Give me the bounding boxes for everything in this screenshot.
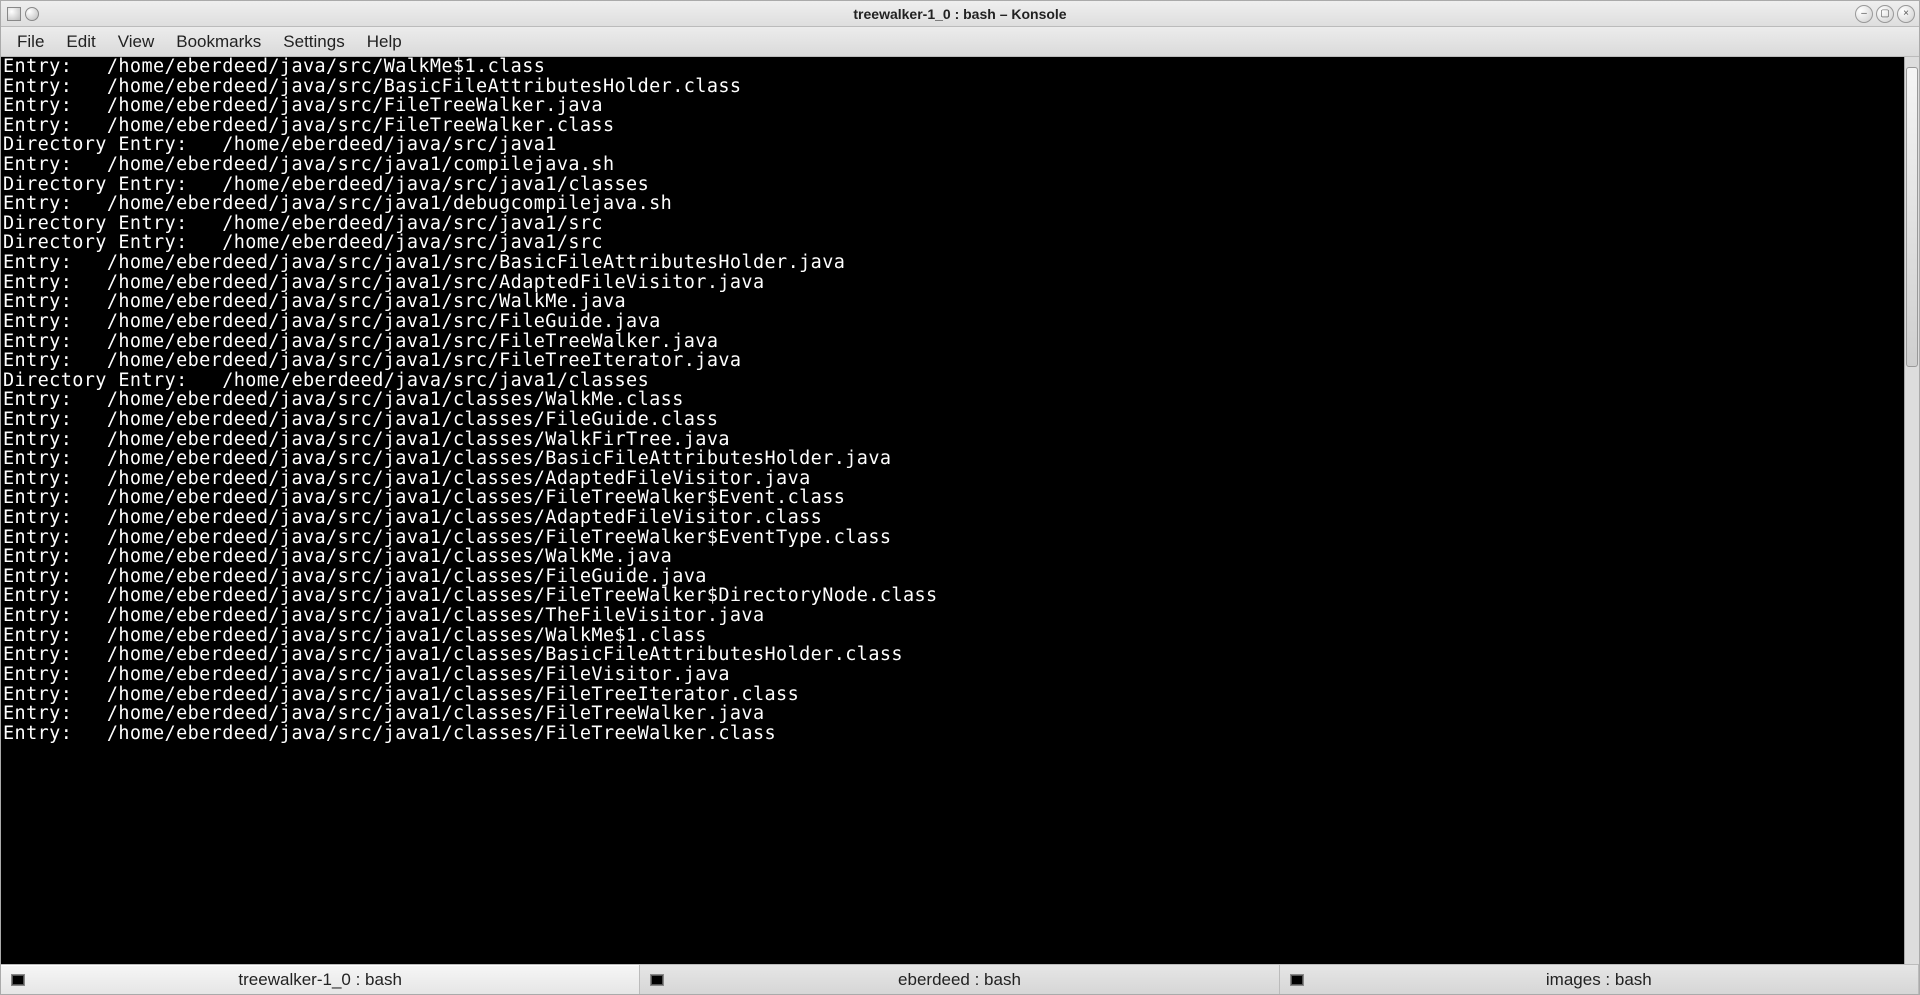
- scrollbar[interactable]: [1904, 57, 1919, 964]
- titlebar-left-icons: [1, 7, 45, 21]
- menu-bookmarks[interactable]: Bookmarks: [166, 28, 271, 56]
- titlebar[interactable]: treewalker-1_0 : bash – Konsole – ▢ ×: [1, 1, 1919, 27]
- app-icon: [7, 7, 21, 21]
- menu-help[interactable]: Help: [357, 28, 412, 56]
- tab-1[interactable]: eberdeed : bash: [640, 965, 1279, 994]
- menu-file[interactable]: File: [7, 28, 54, 56]
- menubar: File Edit View Bookmarks Settings Help: [1, 27, 1919, 57]
- tabbar: treewalker-1_0 : bash eberdeed : bash imag…: [1, 964, 1919, 994]
- tab-2[interactable]: images : bash: [1280, 965, 1919, 994]
- close-button[interactable]: ×: [1897, 5, 1915, 23]
- terminal-area: Entry: /home/eberdeed/java/src/WalkMe$1.…: [1, 57, 1919, 964]
- scrollbar-thumb[interactable]: [1906, 67, 1918, 367]
- tab-label: eberdeed : bash: [898, 970, 1021, 990]
- konsole-window: treewalker-1_0 : bash – Konsole – ▢ × Fi…: [0, 0, 1920, 995]
- minimize-button[interactable]: –: [1855, 5, 1873, 23]
- window-controls: – ▢ ×: [1855, 5, 1919, 23]
- pin-icon[interactable]: [25, 7, 39, 21]
- menu-view[interactable]: View: [108, 28, 165, 56]
- tab-0[interactable]: treewalker-1_0 : bash: [1, 965, 640, 994]
- tab-label: treewalker-1_0 : bash: [238, 970, 401, 990]
- terminal-icon: [1290, 974, 1304, 986]
- terminal[interactable]: Entry: /home/eberdeed/java/src/WalkMe$1.…: [1, 57, 1904, 964]
- maximize-button[interactable]: ▢: [1876, 5, 1894, 23]
- window-title: treewalker-1_0 : bash – Konsole: [853, 6, 1066, 22]
- menu-edit[interactable]: Edit: [56, 28, 105, 56]
- menu-settings[interactable]: Settings: [273, 28, 354, 56]
- tab-label: images : bash: [1546, 970, 1652, 990]
- terminal-icon: [11, 974, 25, 986]
- terminal-icon: [650, 974, 664, 986]
